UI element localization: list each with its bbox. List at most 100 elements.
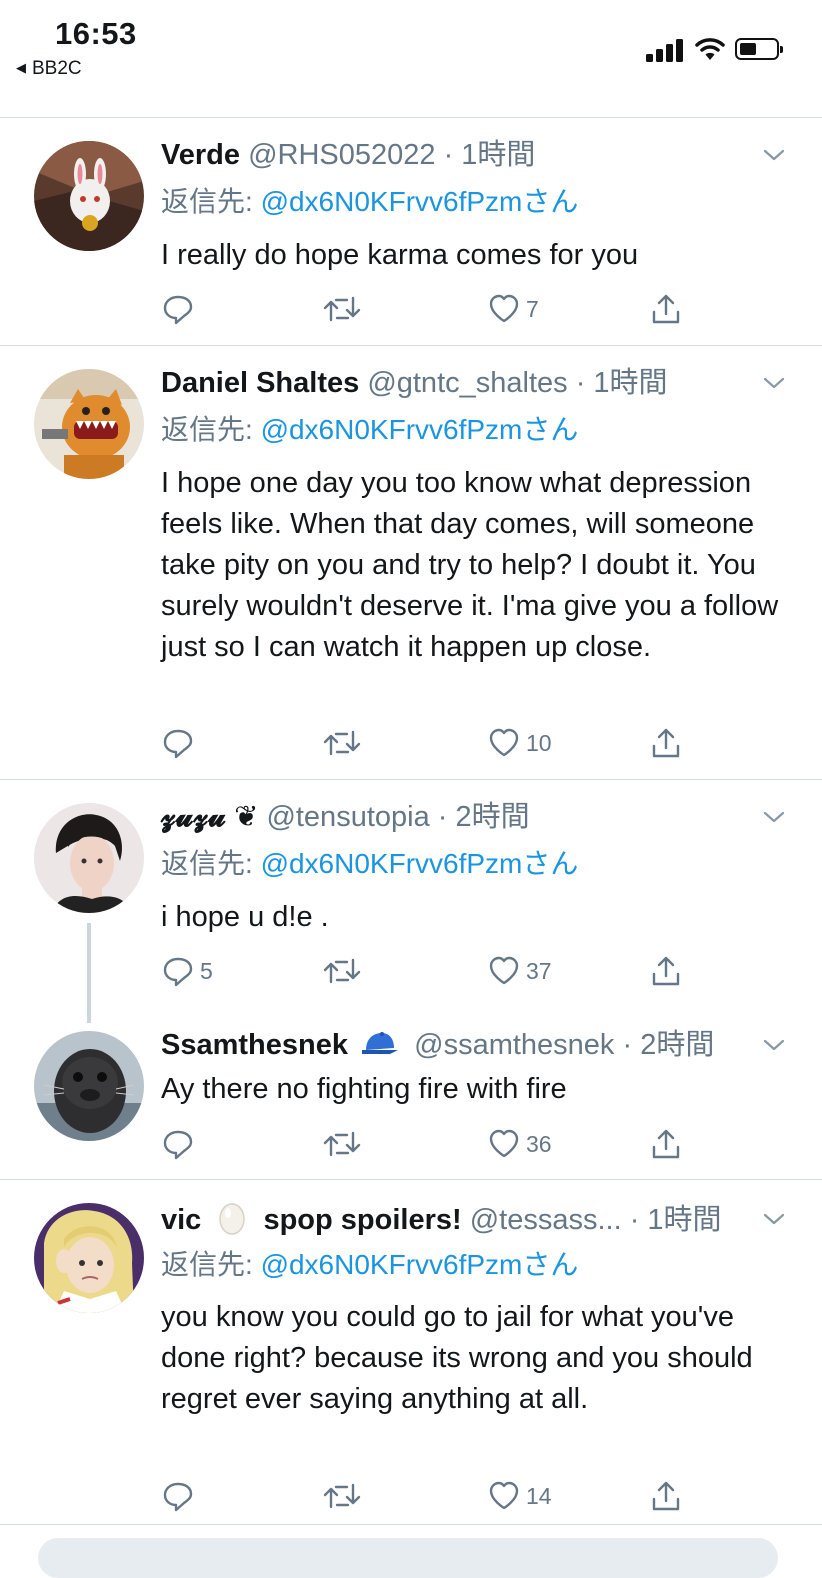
retweet-icon xyxy=(323,1483,361,1509)
share-icon xyxy=(652,956,680,986)
tweet-card[interactable]: vic spop spoilers! @tessass... · 1時間 返信先… xyxy=(0,1179,822,1524)
tweet-header: Daniel Shaltes @gtntc_shaltes · 1時間 xyxy=(161,365,668,401)
timestamp: · 2時間 xyxy=(622,1029,715,1061)
mention-handle: @dx6N0KFrvv6fPzm xyxy=(260,414,523,445)
reply-prefix: 返信先: xyxy=(161,414,261,445)
tweet-text: i hope u d!e . xyxy=(161,901,329,933)
chevron-down-icon[interactable] xyxy=(762,147,786,163)
heart-icon xyxy=(489,294,519,323)
share-icon xyxy=(652,728,680,758)
mention-suffix: さん xyxy=(522,414,579,445)
share-button[interactable] xyxy=(650,1476,682,1516)
avatar[interactable] xyxy=(34,141,144,251)
retweet-button[interactable] xyxy=(322,289,362,329)
heart-icon xyxy=(489,1129,519,1158)
status-bar: 16:53 ◀ BB2C xyxy=(0,0,822,88)
tweet-card[interactable]: 𝔃𝓾𝔃𝓾 ❦ @tensutopia · 2時間 返信先: @dx6N0KFrv… xyxy=(0,779,822,1023)
tweet-card[interactable]: Ssamthesnek @ssamthesnek · 2時間 Ay there … xyxy=(0,1009,822,1179)
user-handle[interactable]: @tensutopia xyxy=(266,801,429,833)
share-icon xyxy=(652,1129,680,1159)
like-button[interactable]: 37 xyxy=(488,951,552,991)
battery-icon xyxy=(735,38,783,60)
display-name[interactable]: 𝔃𝓾𝔃𝓾 ❦ xyxy=(161,801,258,833)
share-icon xyxy=(652,1481,680,1511)
back-arrow-icon: ◀ xyxy=(16,60,26,75)
tweet-header: vic spop spoilers! @tessass... · 1時間 xyxy=(161,1201,722,1238)
reply-button[interactable] xyxy=(162,1124,200,1164)
avatar[interactable] xyxy=(34,1203,144,1313)
retweet-button[interactable] xyxy=(322,1476,362,1516)
reply-icon xyxy=(163,729,193,759)
like-count: 7 xyxy=(526,295,539,322)
wifi-icon xyxy=(695,38,725,60)
reply-button[interactable] xyxy=(162,1476,200,1516)
tweet-actions: 14 xyxy=(0,1476,822,1516)
mention-suffix: さん xyxy=(522,1249,579,1280)
heart-icon xyxy=(489,956,519,985)
display-name[interactable]: Daniel Shaltes xyxy=(161,367,359,399)
retweet-button[interactable] xyxy=(322,1124,362,1164)
timestamp: · 1時間 xyxy=(443,139,536,171)
reply-count: 5 xyxy=(200,957,213,984)
tweet-text: Ay there no fighting fire with fire xyxy=(161,1073,567,1105)
reply-mention-link[interactable]: @dx6N0KFrvv6fPzmさん xyxy=(261,1249,579,1280)
like-button[interactable]: 10 xyxy=(488,723,552,763)
back-app-label: BB2C xyxy=(32,58,82,79)
like-button[interactable]: 14 xyxy=(488,1476,552,1516)
tweet-card[interactable]: Verde @RHS052022 · 1時間 返信先: @dx6N0KFrvv6… xyxy=(0,117,822,345)
tweet-header: Verde @RHS052022 · 1時間 xyxy=(161,137,535,173)
user-handle[interactable]: @ssamthesnek xyxy=(414,1029,614,1061)
tweet-header: Ssamthesnek @ssamthesnek · 2時間 xyxy=(161,1027,714,1063)
like-button[interactable]: 36 xyxy=(488,1124,552,1164)
chevron-down-icon[interactable] xyxy=(762,1037,786,1053)
reply-icon xyxy=(163,1130,193,1160)
like-count: 14 xyxy=(526,1482,552,1509)
timestamp: · 1時間 xyxy=(575,367,668,399)
user-handle[interactable]: @tessass... xyxy=(470,1204,622,1236)
share-button[interactable] xyxy=(650,289,682,329)
display-name[interactable]: Verde xyxy=(161,139,240,171)
reply-prefix: 返信先: xyxy=(161,1249,261,1280)
retweet-icon xyxy=(323,730,361,756)
display-name-extra[interactable]: spop spoilers! xyxy=(263,1204,461,1236)
retweet-button[interactable] xyxy=(322,723,362,763)
share-icon xyxy=(652,294,680,324)
reply-mention-link[interactable]: @dx6N0KFrvv6fPzmさん xyxy=(261,186,579,217)
share-button[interactable] xyxy=(650,1124,682,1164)
display-name[interactable]: Ssamthesnek xyxy=(161,1029,348,1061)
avatar[interactable] xyxy=(34,369,144,479)
reply-context: 返信先: @dx6N0KFrvv6fPzmさん xyxy=(161,846,578,882)
tweet-card[interactable]: Daniel Shaltes @gtntc_shaltes · 1時間 返信先:… xyxy=(0,345,822,779)
user-handle[interactable]: @RHS052022 xyxy=(248,139,435,171)
chevron-down-icon[interactable] xyxy=(762,809,786,825)
retweet-icon xyxy=(323,958,361,984)
heart-icon xyxy=(489,728,519,757)
tweet-text: I really do hope karma comes for you xyxy=(161,239,639,271)
reply-button[interactable]: 5 xyxy=(162,951,213,991)
like-button[interactable]: 7 xyxy=(488,289,539,329)
reply-mention-link[interactable]: @dx6N0KFrvv6fPzmさん xyxy=(261,848,579,879)
timestamp: · 1時間 xyxy=(629,1204,722,1236)
mention-suffix: さん xyxy=(522,848,579,879)
share-button[interactable] xyxy=(650,951,682,991)
mention-handle: @dx6N0KFrvv6fPzm xyxy=(260,848,523,879)
reply-button[interactable] xyxy=(162,723,200,763)
egg-emoji-icon xyxy=(219,1203,246,1235)
heart-icon xyxy=(489,1481,519,1510)
display-name[interactable]: vic xyxy=(161,1204,201,1236)
status-time: 16:53 xyxy=(55,16,137,51)
share-button[interactable] xyxy=(650,723,682,763)
back-to-app-link[interactable]: ◀ BB2C xyxy=(16,58,82,80)
chevron-down-icon[interactable] xyxy=(762,1211,786,1227)
retweet-icon xyxy=(323,296,361,322)
avatar[interactable] xyxy=(34,803,144,913)
retweet-button[interactable] xyxy=(322,951,362,991)
user-handle[interactable]: @gtntc_shaltes xyxy=(367,367,567,399)
reply-button[interactable] xyxy=(162,289,200,329)
tweet-actions: 10 xyxy=(0,723,822,763)
reply-mention-link[interactable]: @dx6N0KFrvv6fPzmさん xyxy=(261,414,579,445)
reply-compose-bar[interactable] xyxy=(38,1538,778,1578)
reply-context: 返信先: @dx6N0KFrvv6fPzmさん xyxy=(161,1247,578,1283)
cellular-signal-icon xyxy=(646,38,686,62)
chevron-down-icon[interactable] xyxy=(762,375,786,391)
